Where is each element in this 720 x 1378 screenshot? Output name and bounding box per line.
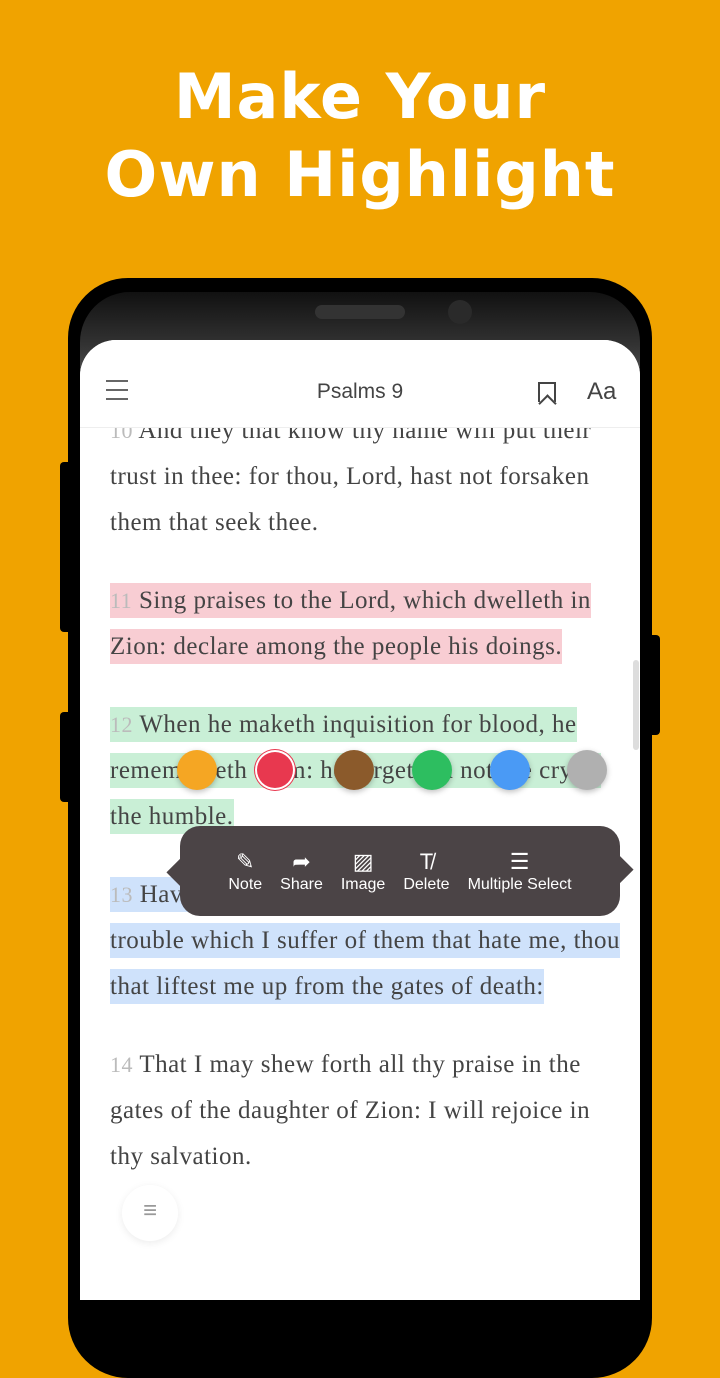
highlight-color-picker [0,750,720,790]
reader-screen: Psalms 9 Aa 10 And they that know thy na… [80,340,640,1300]
menu-share-button[interactable]: ➦ Share [271,848,332,894]
chapter-text: 10 And they that know thy name will put … [110,408,621,1212]
scrollbar[interactable] [633,660,639,750]
menu-fab-button[interactable]: ≡ [122,1185,178,1241]
menu-image-button[interactable]: ▨ Image [332,848,394,894]
font-settings-button[interactable]: Aa [587,378,616,406]
highlight-color-2[interactable] [334,750,374,790]
verse-text[interactable]: 10 And they that know thy name will put … [110,417,591,536]
verse-number: 12 [110,712,133,737]
menu-label: Delete [403,876,450,893]
verse-text[interactable]: 11 Sing praises to the Lord, which dwell… [110,583,591,664]
menu-delete-button[interactable]: T̸ Delete [394,848,458,894]
pencil-icon: ✎ [236,849,255,874]
image-icon: ▨ [352,849,374,874]
menu-multiple-select-button[interactable]: ☰ Multiple Select [459,848,581,894]
menu-label: Image [340,876,386,893]
front-camera [448,300,472,324]
verse-number: 11 [110,588,133,613]
highlight-color-5[interactable] [567,750,607,790]
verse-body: Sing praises to the Lord, which dwelleth… [110,587,591,660]
headline-line-1: Make Your [173,60,547,133]
verse-text[interactable]: 14 That I may shew forth all thy praise … [110,1051,590,1170]
verse-14[interactable]: 14 That I may shew forth all thy praise … [110,1042,620,1180]
menu-label: Note [228,876,263,893]
headline-line-2: Own Highlight [104,138,616,211]
app-header: Psalms 9 Aa [80,340,640,428]
verse-10[interactable]: 10 And they that know thy name will put … [110,408,620,546]
highlight-color-3[interactable] [412,750,452,790]
context-menu: ✎ Note ➦ Share ▨ Image T̸ Delete ☰ Multiple Selec… [180,826,620,916]
verse-number: 14 [110,1052,133,1077]
speaker-grille [315,305,405,319]
highlight-color-1[interactable] [255,750,295,790]
verse-11[interactable]: 11 Sing praises to the Lord, which dwell… [110,578,620,670]
menu-label: Multiple Select [467,876,572,893]
clear-format-icon: T̸ [419,849,434,874]
share-icon: ➦ [292,849,311,874]
verse-body: That I may shew forth all thy praise in … [110,1051,591,1170]
verse-number: 13 [110,882,133,907]
bookmark-icon[interactable] [538,382,556,402]
verse-body: And they that know thy name will put the… [110,417,592,536]
menu-label: Share [280,876,323,893]
menu-note-button[interactable]: ✎ Note [219,848,271,894]
promo-headline: Make Your Own Highlight [0,58,720,214]
chapter-title[interactable]: Psalms 9 [80,380,640,404]
highlight-color-0[interactable] [177,750,217,790]
highlight-color-4[interactable] [490,750,530,790]
checklist-icon: ☰ [509,849,530,874]
